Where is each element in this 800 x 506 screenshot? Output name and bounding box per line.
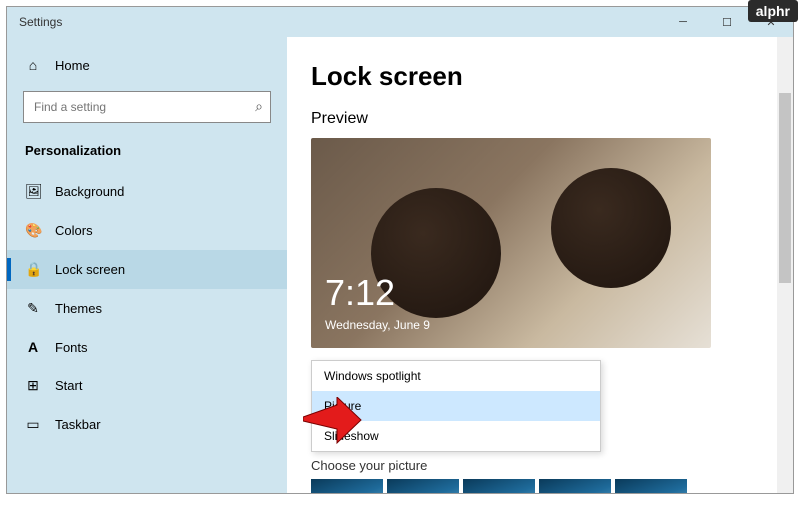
sidebar-item-fonts[interactable]: A Fonts: [7, 328, 287, 366]
sidebar: ⌂ Home ⌕ Personalization 🖼 Background 🎨 …: [7, 37, 287, 493]
window-title: Settings: [19, 15, 62, 29]
preview-date: Wednesday, June 9: [325, 318, 430, 332]
preview-clock: 7:12: [325, 272, 395, 314]
picture-thumbnails: [311, 479, 773, 493]
titlebar: Settings ─ ☐ ✕: [7, 7, 793, 37]
sidebar-item-label: Themes: [55, 301, 102, 316]
choose-picture-label: Choose your picture: [311, 458, 773, 473]
sidebar-item-label: Taskbar: [55, 417, 101, 432]
settings-window: Settings ─ ☐ ✕ ⌂ Home ⌕ Personalization …: [6, 6, 794, 494]
search-input[interactable]: [23, 91, 271, 123]
picture-thumb[interactable]: [463, 479, 535, 493]
search-icon: ⌕: [255, 98, 263, 115]
dropdown-option-slideshow[interactable]: Slideshow: [312, 421, 600, 451]
lock-screen-preview: 7:12 Wednesday, June 9: [311, 138, 711, 348]
home-button[interactable]: ⌂ Home: [7, 47, 287, 83]
picture-icon: 🖼: [25, 183, 41, 200]
page-title: Lock screen: [311, 61, 773, 92]
dropdown-option-spotlight[interactable]: Windows spotlight: [312, 361, 600, 391]
start-icon: ⊞: [25, 377, 41, 394]
sidebar-item-background[interactable]: 🖼 Background: [7, 172, 287, 211]
taskbar-icon: ▭: [25, 416, 41, 433]
dropdown-option-picture[interactable]: Picture: [312, 391, 600, 421]
background-type-dropdown[interactable]: Windows spotlight Picture Slideshow: [311, 360, 601, 452]
sidebar-item-lock-screen[interactable]: 🔒 Lock screen: [7, 250, 287, 289]
main-panel: Lock screen Preview 7:12 Wednesday, June…: [287, 37, 793, 493]
sidebar-item-label: Background: [55, 184, 124, 199]
home-label: Home: [55, 58, 90, 73]
sidebar-item-label: Lock screen: [55, 262, 125, 277]
category-header: Personalization: [7, 137, 287, 172]
picture-thumb[interactable]: [387, 479, 459, 493]
sidebar-item-taskbar[interactable]: ▭ Taskbar: [7, 405, 287, 444]
brand-logo: alphr: [748, 0, 798, 22]
lock-icon: 🔒: [25, 261, 41, 278]
minimize-button[interactable]: ─: [661, 7, 705, 37]
sidebar-item-colors[interactable]: 🎨 Colors: [7, 211, 287, 250]
home-icon: ⌂: [25, 57, 41, 73]
picture-thumb[interactable]: [539, 479, 611, 493]
maximize-button[interactable]: ☐: [705, 7, 749, 37]
sidebar-item-label: Start: [55, 378, 82, 393]
preview-heading: Preview: [311, 110, 773, 128]
sidebar-item-label: Colors: [55, 223, 93, 238]
palette-icon: 🎨: [25, 222, 41, 239]
preview-artwork: [551, 168, 671, 288]
fonts-icon: A: [25, 339, 41, 355]
picture-thumb[interactable]: [615, 479, 687, 493]
sidebar-item-label: Fonts: [55, 340, 88, 355]
themes-icon: ✎: [25, 300, 41, 317]
sidebar-item-start[interactable]: ⊞ Start: [7, 366, 287, 405]
picture-thumb[interactable]: [311, 479, 383, 493]
sidebar-item-themes[interactable]: ✎ Themes: [7, 289, 287, 328]
scrollbar[interactable]: [777, 37, 793, 493]
scrollbar-thumb[interactable]: [779, 93, 791, 283]
